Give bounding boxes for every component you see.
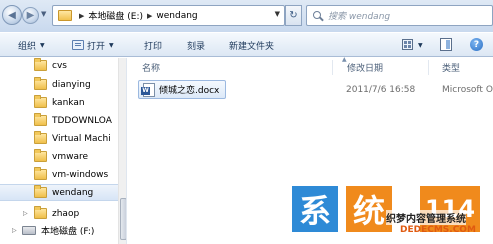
watermark-logo: 系 统 114 织梦内容管理系统 DEDECMS.COM xyxy=(292,186,493,244)
refresh-button[interactable]: ↻ xyxy=(285,5,302,26)
arrow-left-icon: ◀ xyxy=(8,9,16,21)
new-folder-button[interactable]: 新建文件夹 xyxy=(229,37,274,53)
nav-item-label: wendang xyxy=(52,187,94,198)
word-document-icon xyxy=(141,82,155,97)
table-row[interactable]: 倾城之恋.docx 2011/7/6 16:58 Microsoft O xyxy=(138,80,493,99)
search-input[interactable]: 搜索 wendang xyxy=(306,5,493,26)
watermark-char-1: 系 xyxy=(292,186,338,232)
folder-icon xyxy=(34,77,47,90)
drive-icon xyxy=(22,226,36,235)
help-icon[interactable]: ? xyxy=(470,38,483,51)
nav-scrollbar-thumb[interactable] xyxy=(120,198,126,240)
nav-item-wendang[interactable]: wendang xyxy=(0,184,126,201)
chevron-down-icon: ▼ xyxy=(40,41,45,49)
nav-item-virtual-machines[interactable]: Virtual Machi xyxy=(0,130,126,147)
expand-arrow-icon[interactable]: ▷ xyxy=(12,227,17,234)
nav-item-zhaop[interactable]: ▷ zhaop xyxy=(0,205,126,222)
back-button[interactable]: ◀ xyxy=(2,5,22,25)
print-button[interactable]: 打印 xyxy=(144,37,162,53)
breadcrumb-folder[interactable]: wendang xyxy=(156,11,197,21)
open-icon xyxy=(72,40,84,50)
file-name: 倾城之恋.docx xyxy=(159,86,220,96)
watermark-char-2: 统 xyxy=(346,186,392,232)
preview-pane-icon[interactable] xyxy=(440,38,452,51)
organize-label: 组织 xyxy=(18,41,37,52)
nav-item-label: dianying xyxy=(52,79,91,90)
folder-icon xyxy=(34,185,47,198)
history-dropdown-icon[interactable]: ▼ xyxy=(41,10,46,18)
folder-icon xyxy=(34,131,47,144)
nav-scrollbar[interactable] xyxy=(118,58,126,244)
view-options-icon[interactable] xyxy=(402,39,413,50)
chevron-right-icon[interactable]: ▶ xyxy=(79,12,84,20)
file-date: 2011/7/6 16:58 xyxy=(346,84,416,95)
nav-item-label: zhaop xyxy=(52,208,80,219)
refresh-icon: ↻ xyxy=(289,10,298,21)
chevron-right-icon[interactable]: ▶ xyxy=(147,12,152,20)
search-icon xyxy=(312,10,324,22)
burn-button[interactable]: 刻录 xyxy=(187,37,205,53)
nav-item-drive-f[interactable]: ▷ 本地磁盘 (F:) xyxy=(0,222,126,239)
print-label: 打印 xyxy=(144,41,163,52)
chevron-down-icon[interactable]: ▼ xyxy=(275,10,280,18)
column-divider[interactable] xyxy=(428,60,429,75)
column-divider[interactable] xyxy=(332,60,333,75)
command-bar: 组织 ▼ 打开 ▼ 打印 刻录 新建文件夹 ▼ ? xyxy=(0,32,493,57)
navigation-pane: cvs dianying kankan TDDOWNLOA Virtual Ma… xyxy=(0,58,127,244)
open-button[interactable]: 打开 ▼ xyxy=(72,37,114,53)
column-header-name[interactable]: 名称 xyxy=(142,58,160,76)
nav-item-label: Virtual Machi xyxy=(52,133,111,144)
nav-item-label: cvs xyxy=(52,60,67,71)
nav-item-label: TDDOWNLOA xyxy=(52,115,112,126)
watermark-url: DEDECMS.COM xyxy=(400,225,476,235)
arrow-right-icon: ▶ xyxy=(26,10,35,21)
expand-arrow-icon[interactable]: ▷ xyxy=(23,210,28,217)
forward-button[interactable]: ▶ xyxy=(22,7,39,24)
folder-icon xyxy=(34,58,47,71)
nav-item-tddownload[interactable]: TDDOWNLOA xyxy=(0,112,126,129)
folder-icon xyxy=(34,167,47,180)
file-name-cell[interactable]: 倾城之恋.docx xyxy=(138,80,227,99)
folder-icon xyxy=(34,113,47,126)
new-folder-label: 新建文件夹 xyxy=(229,41,275,52)
folder-icon xyxy=(34,95,47,108)
burn-label: 刻录 xyxy=(187,41,206,52)
nav-item-kankan[interactable]: kankan xyxy=(0,94,126,111)
breadcrumb-drive[interactable]: 本地磁盘 (E:) xyxy=(88,9,143,22)
nav-item-label: kankan xyxy=(52,97,85,108)
address-bar: ◀ ▶ ▼ ▶ 本地磁盘 (E:) ▶ wendang ▼ ↻ 搜索 wenda… xyxy=(0,0,493,32)
sort-arrow-icon: ▲ xyxy=(342,56,347,63)
chevron-down-icon: ▼ xyxy=(109,41,114,49)
file-type: Microsoft O xyxy=(442,84,493,95)
nav-item-label: vm-windows xyxy=(52,169,109,180)
nav-item-cvs[interactable]: cvs xyxy=(0,58,126,74)
chevron-down-icon[interactable]: ▼ xyxy=(418,42,423,49)
open-label: 打开 xyxy=(87,41,106,52)
watermark-text: 织梦内容管理系统 xyxy=(386,210,466,225)
organize-button[interactable]: 组织 ▼ xyxy=(18,37,45,53)
nav-item-dianying[interactable]: dianying xyxy=(0,76,126,93)
column-header-type[interactable]: 类型 xyxy=(442,58,460,76)
breadcrumb[interactable]: ▶ 本地磁盘 (E:) ▶ wendang ▼ xyxy=(52,5,285,26)
nav-item-vmware[interactable]: vmware xyxy=(0,148,126,165)
folder-icon xyxy=(58,10,72,21)
folder-icon xyxy=(34,206,47,219)
column-header-date[interactable]: 修改日期 xyxy=(347,58,383,76)
folder-icon xyxy=(34,149,47,162)
nav-item-vm-windows[interactable]: vm-windows xyxy=(0,166,126,183)
nav-item-label: 本地磁盘 (F:) xyxy=(41,227,95,237)
nav-item-label: vmware xyxy=(52,151,89,162)
search-placeholder: 搜索 wendang xyxy=(328,12,391,22)
